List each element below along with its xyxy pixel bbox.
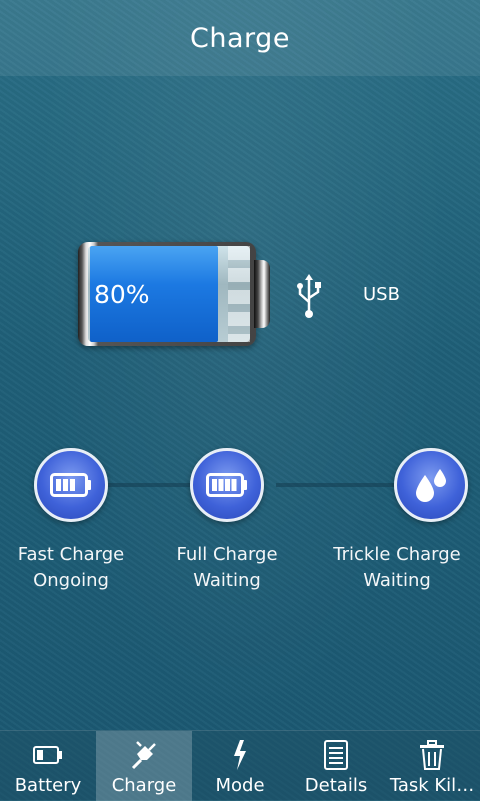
battery-full-icon [206,473,247,497]
plug-icon [131,741,156,770]
usb-icon [297,274,321,318]
battery-low-icon [50,473,91,497]
drops-icon [416,469,446,502]
stage-fast-charge: Fast Charge Ongoing [0,448,146,594]
page-title: Charge [190,22,290,54]
tab-label: Mode [215,775,265,796]
tab-label: Charge [111,775,177,796]
battery-level-graphic: 80% [78,242,270,346]
tab-details[interactable]: Details [288,731,384,801]
stage-full-charge: Full Charge Waiting [152,448,302,594]
trash-icon [420,740,444,770]
stage-name: Full Charge [176,544,278,565]
lightning-icon [234,740,246,770]
stage-circle [190,448,264,522]
tab-mode[interactable]: Mode [192,731,288,801]
stage-circle [394,448,468,522]
charge-source-label: USB [363,284,400,305]
tab-label: Details [304,775,368,796]
battery-percent: 80% [94,280,150,309]
stage-name: Fast Charge [17,544,125,565]
tab-label: Task Kil… [389,775,475,796]
stage-trickle-charge: Trickle Charge Waiting [322,448,472,594]
title-bar: Charge [0,0,480,76]
stage-status: Waiting [363,570,431,591]
battery-icon [33,746,62,764]
stage-circle [34,448,108,522]
battery-cap [254,260,270,328]
document-icon [324,740,348,770]
tab-charge[interactable]: Charge [96,731,192,801]
tab-task-killer[interactable]: Task Kil… [384,731,480,801]
stage-name: Trickle Charge [333,544,461,565]
stage-status: Ongoing [33,570,109,591]
tab-battery[interactable]: Battery [0,731,96,801]
tab-label: Battery [14,775,82,796]
stage-status: Waiting [193,570,261,591]
bottom-tab-bar: Battery Charge Mode Details Task Kil… [0,730,480,801]
